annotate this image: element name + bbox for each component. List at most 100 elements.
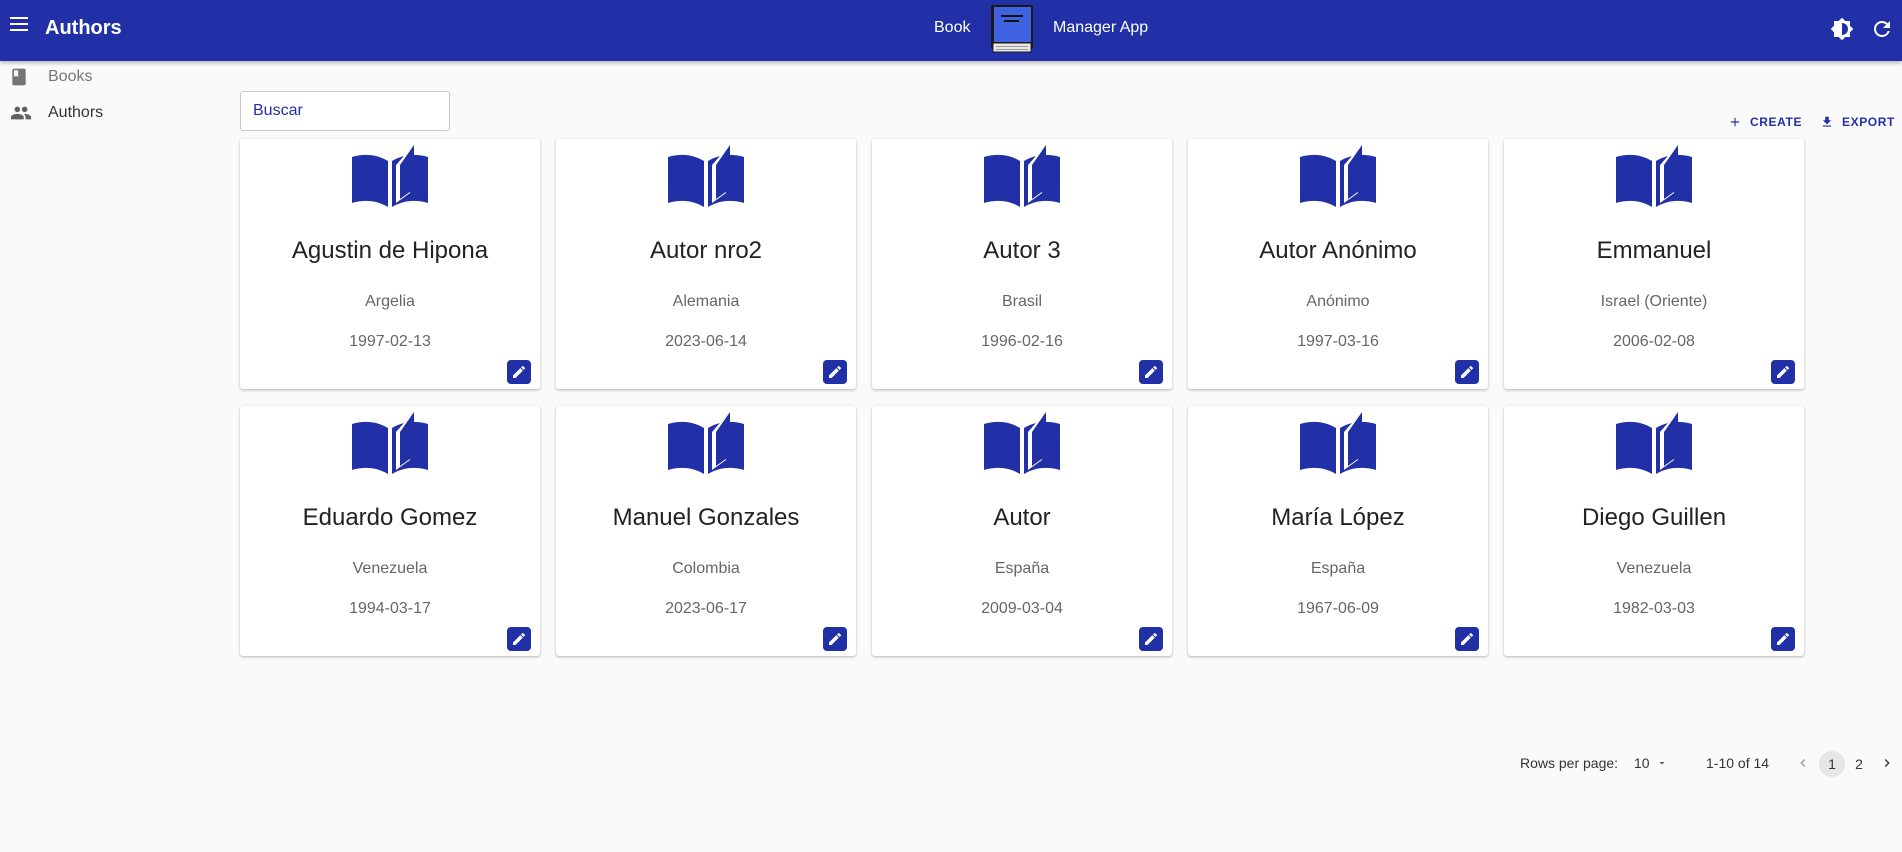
author-name: Autor 3	[983, 237, 1061, 264]
author-date: 2023-06-17	[665, 600, 747, 617]
pencil-icon	[513, 632, 526, 645]
brand-text-left: Book	[934, 19, 971, 36]
page-button-1[interactable]: 1	[1819, 751, 1845, 777]
author-card[interactable]: Emmanuel Israel (Oriente) 2006-02-08	[1504, 139, 1804, 389]
pencil-icon	[1777, 365, 1790, 378]
edit-button[interactable]	[507, 627, 531, 651]
brand-text-right: Manager App	[1053, 19, 1149, 36]
edit-button[interactable]	[1455, 627, 1479, 651]
author-date: 1997-03-16	[1297, 333, 1379, 350]
menu-icon[interactable]	[10, 17, 30, 37]
author-name: Autor nro2	[649, 237, 763, 264]
author-name: Eduardo Gomez	[302, 504, 478, 531]
author-country: Venezuela	[1616, 560, 1692, 577]
pencil-icon	[1145, 632, 1158, 645]
author-date: 2009-03-04	[981, 600, 1063, 617]
create-button-label: CREATE	[1750, 115, 1803, 129]
author-name: Autor Anónimo	[1259, 237, 1417, 264]
sidebar-item-authors[interactable]: Authors	[0, 97, 230, 129]
book-logo-icon	[991, 5, 1033, 53]
author-card[interactable]: Agustin de Hipona Argelia 1997-02-13	[240, 139, 540, 389]
edit-button[interactable]	[1771, 627, 1795, 651]
search-input[interactable]	[240, 91, 450, 131]
pagination-range: 1-10 of 14	[1706, 755, 1770, 771]
edit-button[interactable]	[507, 360, 531, 384]
pencil-icon	[1777, 632, 1790, 645]
download-icon	[1822, 116, 1832, 127]
author-country: Argelia	[365, 293, 415, 310]
edit-button[interactable]	[1139, 627, 1163, 651]
author-card[interactable]: Autor Anónimo Anónimo 1997-03-16	[1188, 139, 1488, 389]
author-country: Alemania	[672, 293, 740, 310]
author-name: Autor	[993, 504, 1051, 531]
page-title: Authors	[45, 17, 122, 39]
chevron-left-icon[interactable]	[1795, 755, 1811, 771]
author-card[interactable]: María López España 1967-06-09	[1188, 406, 1488, 656]
plus-icon	[1730, 117, 1740, 127]
people-icon	[10, 106, 32, 120]
author-date: 1967-06-09	[1297, 600, 1379, 617]
page-button-2[interactable]: 2	[1846, 751, 1872, 777]
open-book-icon	[984, 412, 1060, 474]
author-card[interactable]: Manuel Gonzales Colombia 2023-06-17	[556, 406, 856, 656]
author-card[interactable]: Eduardo Gomez Venezuela 1994-03-17	[240, 406, 540, 656]
author-country: Brasil	[1001, 293, 1042, 310]
sidebar-item-books[interactable]: Books	[0, 61, 230, 93]
author-country: Anónimo	[1306, 293, 1370, 310]
book-icon	[12, 68, 26, 86]
open-book-icon	[1616, 145, 1692, 207]
sidebar-item-label: Books	[48, 68, 93, 85]
author-card[interactable]: Autor nro2 Alemania 2023-06-14	[556, 139, 856, 389]
author-date: 1996-02-16	[981, 333, 1063, 350]
open-book-icon	[352, 412, 428, 474]
pencil-icon	[1461, 632, 1474, 645]
export-button-label: EXPORT	[1842, 115, 1895, 129]
author-card[interactable]: Diego Guillen Venezuela 1982-03-03	[1504, 406, 1804, 656]
edit-button[interactable]	[1139, 360, 1163, 384]
open-book-icon	[668, 412, 744, 474]
chevron-right-icon[interactable]	[1879, 755, 1895, 771]
author-card[interactable]: Autor España 2009-03-04	[872, 406, 1172, 656]
refresh-icon[interactable]	[1870, 17, 1894, 41]
pencil-icon	[829, 632, 842, 645]
author-date: 1982-03-03	[1613, 600, 1695, 617]
author-card[interactable]: Autor 3 Brasil 1996-02-16	[872, 139, 1172, 389]
author-country: Colombia	[672, 560, 740, 577]
open-book-icon	[1300, 412, 1376, 474]
caret-down-icon	[1659, 762, 1665, 765]
pencil-icon	[829, 365, 842, 378]
rows-per-page-value: 10	[1634, 755, 1650, 771]
pencil-icon	[1461, 365, 1474, 378]
authors-grid: Agustin de Hipona Argelia 1997-02-13 Aut…	[240, 139, 1804, 656]
author-name: Manuel Gonzales	[612, 504, 800, 531]
edit-button[interactable]	[823, 627, 847, 651]
author-name: Diego Guillen	[1581, 504, 1727, 531]
author-name: Agustin de Hipona	[291, 237, 489, 264]
author-country: España	[994, 560, 1050, 577]
create-button[interactable]: CREATE	[1728, 112, 1802, 132]
author-country: Israel (Oriente)	[1600, 293, 1708, 310]
pencil-icon	[1145, 365, 1158, 378]
edit-button[interactable]	[823, 360, 847, 384]
author-name: Emmanuel	[1596, 237, 1712, 264]
export-button[interactable]: EXPORT	[1820, 112, 1895, 132]
open-book-icon	[1300, 145, 1376, 207]
edit-button[interactable]	[1771, 360, 1795, 384]
author-date: 1994-03-17	[349, 600, 431, 617]
open-book-icon	[668, 145, 744, 207]
open-book-icon	[352, 145, 428, 207]
author-date: 2023-06-14	[665, 333, 747, 350]
edit-button[interactable]	[1455, 360, 1479, 384]
rows-per-page-label: Rows per page:	[1520, 755, 1619, 771]
author-country: España	[1310, 560, 1366, 577]
rows-per-page-select[interactable]: 10	[1634, 755, 1668, 771]
theme-toggle-icon[interactable]	[1830, 17, 1854, 41]
sidebar-item-label: Authors	[48, 104, 104, 121]
author-name: María López	[1271, 504, 1405, 531]
author-date: 1997-02-13	[349, 333, 431, 350]
author-country: Venezuela	[352, 560, 428, 577]
author-date: 2006-02-08	[1613, 333, 1695, 350]
open-book-icon	[1616, 412, 1692, 474]
open-book-icon	[984, 145, 1060, 207]
pencil-icon	[513, 365, 526, 378]
